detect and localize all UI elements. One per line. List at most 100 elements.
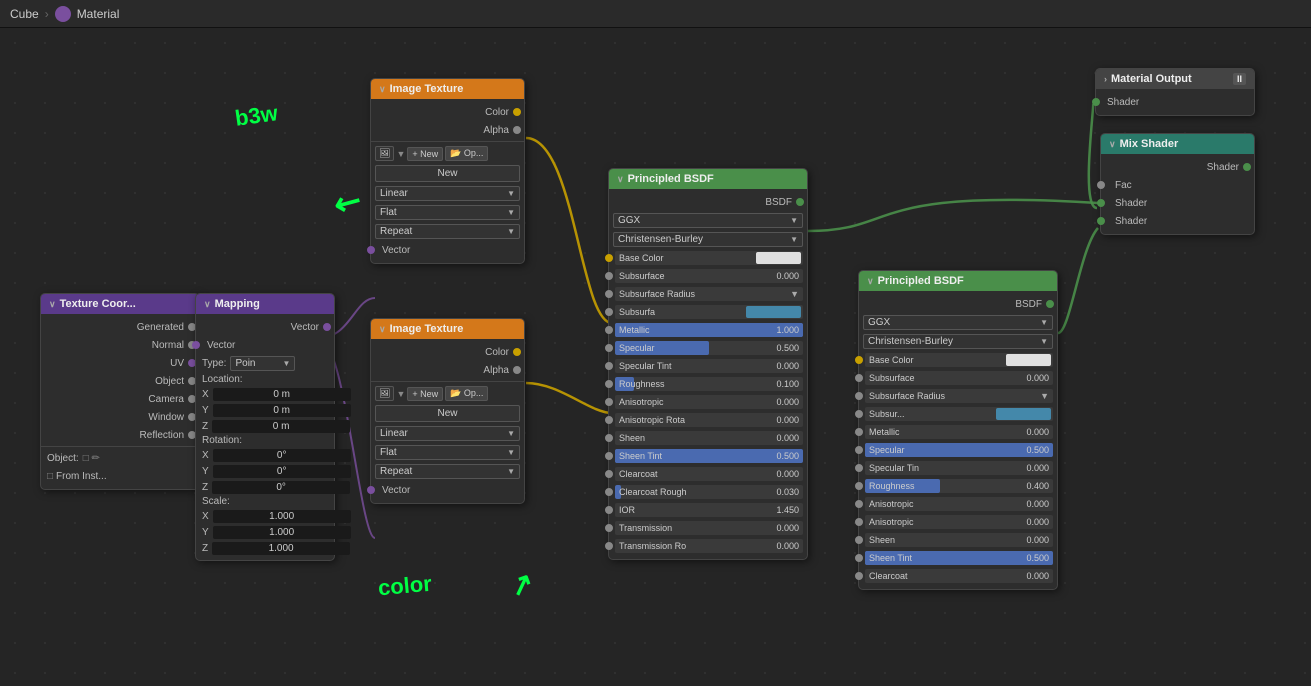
texture-coord-title: Texture Coor... (60, 298, 136, 310)
pbsdf1-anisotropic-row: Anisotropic 0.000 (609, 393, 807, 411)
pbsdf1-sheen-tint-row: Sheen Tint 0.500 (609, 447, 807, 465)
img-tex1-linear-select[interactable]: Linear ▼ (375, 186, 520, 201)
img-tex2-new-btn[interactable]: + New (407, 387, 443, 401)
img-tex1-flat-select[interactable]: Flat ▼ (375, 205, 520, 220)
reflection-row: Reflection (41, 426, 199, 444)
rot-x-row: X (196, 447, 334, 463)
pbsdf1-specular-tint-row: Specular Tint 0.000 (609, 357, 807, 375)
img-tex1-body: Color Alpha 🖼 ▼ + New 📂 Op... New Li (371, 99, 524, 263)
mapping-vector-in-row: Vector (196, 336, 334, 354)
breadcrumb-cube: Cube (10, 7, 39, 21)
img-tex2-color-socket (513, 348, 521, 356)
img-tex1-new-field[interactable]: New (375, 165, 520, 182)
generated-row: Generated (41, 318, 199, 336)
pbsdf1-transmission-ro-socket (605, 542, 613, 550)
img-tex2-repeat-select[interactable]: Repeat ▼ (375, 464, 520, 479)
pbsdf1-metallic-row: Metallic 1.000 (609, 321, 807, 339)
pbsdf2-anisotropic2-socket (855, 518, 863, 526)
pbsdf1-bsdf-out: BSDF (609, 193, 807, 211)
mapping-vector-out-row: Vector (196, 318, 334, 336)
loc-y-input[interactable] (213, 404, 351, 417)
rot-x-input[interactable] (213, 449, 351, 462)
loc-z-input[interactable] (212, 420, 350, 433)
annotation-arrow: ↙ (327, 179, 369, 225)
loc-x-input[interactable] (213, 388, 351, 401)
mapping-type-select[interactable]: Poin ▼ (230, 356, 295, 371)
pbsdf1-bsdf-socket (796, 198, 804, 206)
from-inst-row: □ From Inst... (41, 467, 199, 485)
scale-z-input[interactable] (212, 542, 350, 555)
img-tex2-vector-row: Vector (371, 481, 524, 499)
uv-row: UV (41, 354, 199, 372)
pbsdf2-base-color-socket (855, 356, 863, 364)
pbsdf2-anisotropic-socket (855, 500, 863, 508)
mapping-node: ∨ Mapping Vector Vector Type: Poin ▼ (195, 293, 335, 561)
img-tex2-flat-select[interactable]: Flat ▼ (375, 445, 520, 460)
texture-coord-header: ∨ Texture Coor... (41, 294, 199, 314)
pbsdf2-subsur-socket (855, 410, 863, 418)
img-tex1-repeat-select[interactable]: Repeat ▼ (375, 224, 520, 239)
pbsdf2-clearcoat-socket (855, 572, 863, 580)
image-texture-2-node: ∨ Image Texture Color Alpha 🖼 ▼ + New 📂 … (370, 318, 525, 504)
scale-y-input[interactable] (213, 526, 351, 539)
pbsdf1-transmission-row: Transmission 0.000 (609, 519, 807, 537)
pbsdf2-subsurface-socket (855, 374, 863, 382)
principled-bsdf-2-node: ∨ Principled BSDF BSDF GGX ▼ Christensen… (858, 270, 1058, 590)
img-tex2-header: ∨ Image Texture (371, 319, 524, 339)
image-texture-1-node: ∨ Image Texture Color Alpha 🖼 ▼ + New 📂 … (370, 78, 525, 264)
img-tex2-body: Color Alpha 🖼 ▼ + New 📂 Op... New Linear (371, 339, 524, 503)
img-tex1-open-btn[interactable]: 📂 Op... (445, 146, 488, 161)
scale-z-row: Z (196, 540, 334, 556)
pbsdf1-subsurfa-socket (605, 308, 613, 316)
material-icon (55, 6, 71, 22)
pbsdf1-specular-tint-socket (605, 362, 613, 370)
pbsdf2-christensen-select[interactable]: Christensen-Burley ▼ (863, 334, 1053, 349)
img-tex1-vector-socket (367, 246, 375, 254)
chevron-icon: ∨ (49, 299, 56, 310)
pbsdf1-ggx-select[interactable]: GGX ▼ (613, 213, 803, 228)
pbsdf1-metallic-socket (605, 326, 613, 334)
rot-y-input[interactable] (213, 465, 351, 478)
pbsdf1-christensen-select[interactable]: Christensen-Burley ▼ (613, 232, 803, 247)
mapping-vector-out (323, 323, 331, 331)
mix-shader-out-row: Shader (1101, 158, 1254, 176)
matout-header: › Material Output II (1096, 69, 1254, 89)
pbsdf2-specular-tint-row: Specular Tin 0.000 (859, 459, 1057, 477)
img-tex2-open-btn[interactable]: 📂 Op... (445, 386, 488, 401)
pbsdf2-clearcoat-row: Clearcoat 0.000 (859, 567, 1057, 585)
matout-body: Shader (1096, 89, 1254, 115)
pbsdf2-sheen-tint-row: Sheen Tint 0.500 (859, 549, 1057, 567)
pbsdf1-roughness-row: Roughness 0.100 (609, 375, 807, 393)
img-tex2-new-field[interactable]: New (375, 405, 520, 422)
mix-fac-row: Fac (1101, 176, 1254, 194)
mix-body: Shader Fac Shader Shader (1101, 154, 1254, 234)
texture-coord-node: ∨ Texture Coor... Generated Normal UV Ob… (40, 293, 200, 490)
pbsdf2-ggx-select[interactable]: GGX ▼ (863, 315, 1053, 330)
annotation-color-arrow: ↗ (505, 565, 538, 604)
pbsdf2-body: BSDF GGX ▼ Christensen-Burley ▼ Base C (859, 291, 1057, 589)
pbsdf1-subsurface-row: Subsurface 0.000 (609, 267, 807, 285)
pbsdf1-subsurfa-row: Subsurfa (609, 303, 807, 321)
pbsdf2-anisotropic-row: Anisotropic 0.000 (859, 495, 1057, 513)
pbsdf2-subsurface-radius-socket (855, 392, 863, 400)
scale-x-input[interactable] (213, 510, 351, 523)
pbsdf2-title: Principled BSDF (878, 275, 964, 287)
mapping-title: Mapping (215, 298, 260, 310)
scale-x-row: X (196, 508, 334, 524)
pbsdf1-subsurface-radius-socket (605, 290, 613, 298)
pbsdf1-anisotropic-rota-row: Anisotropic Rota 0.000 (609, 411, 807, 429)
pbsdf2-subsurface-row: Subsurface 0.000 (859, 369, 1057, 387)
breadcrumb-material: Material (77, 7, 120, 21)
img-tex2-linear-select[interactable]: Linear ▼ (375, 426, 520, 441)
annotation-bsw: b3w (233, 100, 279, 132)
img-tex1-new-btn[interactable]: + New (407, 147, 443, 161)
pbsdf2-anisotropic2-row: Anisotropic 0.000 (859, 513, 1057, 531)
node-editor-canvas[interactable]: b3w ↙ color ↗ ∨ Texture Coor... Generate… (0, 28, 1311, 686)
rot-z-input[interactable] (212, 481, 350, 494)
mapping-body: Vector Vector Type: Poin ▼ Location: (196, 314, 334, 560)
pbsdf2-base-color-row: Base Color (859, 351, 1057, 369)
mix-shader1-row: Shader (1101, 194, 1254, 212)
img-tex1-header: ∨ Image Texture (371, 79, 524, 99)
pbsdf1-roughness-socket (605, 380, 613, 388)
img-tex1-color-row: Color (371, 103, 524, 121)
